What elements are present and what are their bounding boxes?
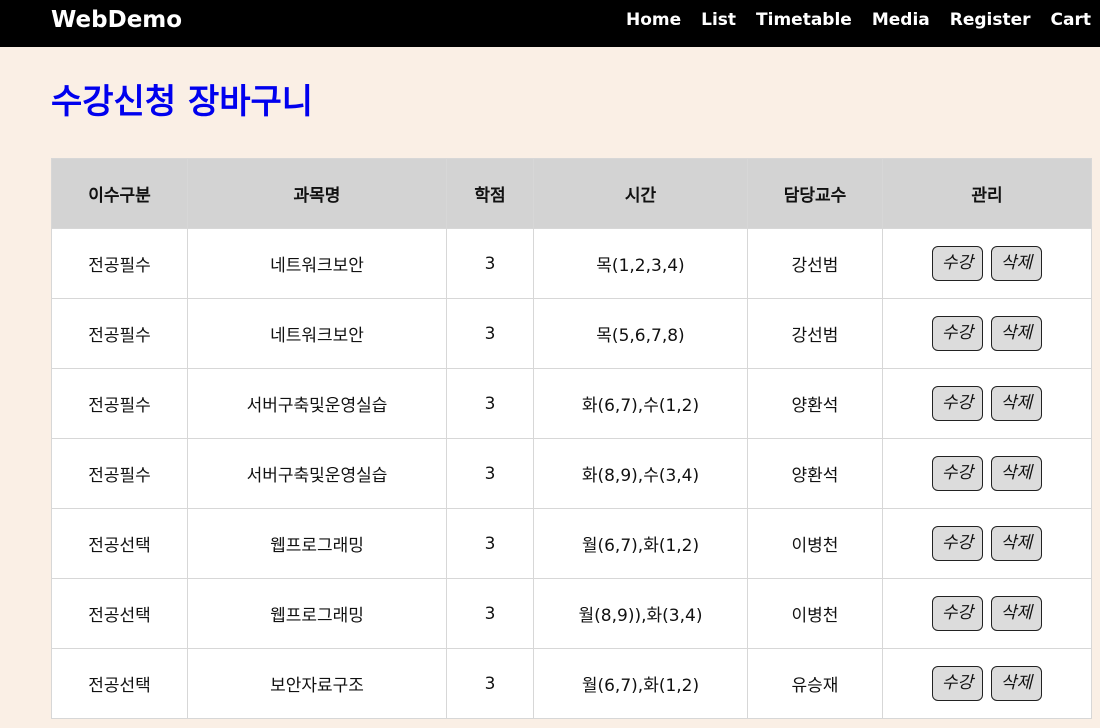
table-row: 전공필수 서버구축및운영실습 3 화(6,7),수(1,2) 양환석 수강 삭제 — [51, 368, 1092, 439]
nav-link-timetable[interactable]: Timetable — [756, 10, 852, 30]
enroll-button[interactable]: 수강 — [932, 666, 983, 701]
cell-course: 보안자료구조 — [187, 648, 447, 719]
enroll-button[interactable]: 수강 — [932, 386, 983, 421]
cell-manage: 수강 삭제 — [882, 508, 1092, 579]
cell-credits: 3 — [446, 368, 534, 439]
delete-button[interactable]: 삭제 — [991, 596, 1042, 631]
cell-course: 웹프로그래밍 — [187, 508, 447, 579]
header-credits: 학점 — [446, 158, 534, 229]
cell-credits: 3 — [446, 648, 534, 719]
table-row: 전공선택 보안자료구조 3 월(6,7),화(1,2) 유승재 수강 삭제 — [51, 648, 1092, 719]
cell-category: 전공필수 — [51, 228, 188, 299]
action-buttons: 수강 삭제 — [884, 456, 1091, 491]
cell-credits: 3 — [446, 508, 534, 579]
cart-table: 이수구분 과목명 학점 시간 담당교수 관리 전공필수 네트워크보안 3 목(1… — [51, 158, 1092, 719]
header-time: 시간 — [533, 158, 748, 229]
cell-time: 월(6,7),화(1,2) — [533, 648, 748, 719]
delete-button[interactable]: 삭제 — [991, 316, 1042, 351]
cell-manage: 수강 삭제 — [882, 578, 1092, 649]
enroll-button[interactable]: 수강 — [932, 456, 983, 491]
cell-professor: 이병천 — [747, 508, 883, 579]
cell-course: 네트워크보안 — [187, 228, 447, 299]
nav-link-home[interactable]: Home — [626, 10, 681, 30]
cell-professor: 강선범 — [747, 298, 883, 369]
cell-category: 전공필수 — [51, 368, 188, 439]
cell-manage: 수강 삭제 — [882, 368, 1092, 439]
nav-link-cart[interactable]: Cart — [1051, 10, 1091, 30]
cell-course: 웹프로그래밍 — [187, 578, 447, 649]
cell-time: 월(6,7),화(1,2) — [533, 508, 748, 579]
table-row: 전공필수 서버구축및운영실습 3 화(8,9),수(3,4) 양환석 수강 삭제 — [51, 438, 1092, 509]
navbar: WebDemo Home List Timetable Media Regist… — [0, 0, 1100, 47]
cell-category: 전공선택 — [51, 648, 188, 719]
action-buttons: 수강 삭제 — [884, 316, 1091, 351]
brand-logo[interactable]: WebDemo — [51, 7, 182, 33]
enroll-button[interactable]: 수강 — [932, 596, 983, 631]
cell-manage: 수강 삭제 — [882, 228, 1092, 299]
delete-button[interactable]: 삭제 — [991, 386, 1042, 421]
delete-button[interactable]: 삭제 — [991, 456, 1042, 491]
cell-professor: 양환석 — [747, 368, 883, 439]
header-professor: 담당교수 — [747, 158, 883, 229]
cell-professor: 양환석 — [747, 438, 883, 509]
header-category: 이수구분 — [51, 158, 188, 229]
nav-link-list[interactable]: List — [701, 10, 736, 30]
cell-time: 월(8,9)),화(3,4) — [533, 578, 748, 649]
enroll-button[interactable]: 수강 — [932, 526, 983, 561]
cell-manage: 수강 삭제 — [882, 648, 1092, 719]
header-manage: 관리 — [882, 158, 1092, 229]
table-row: 전공선택 웹프로그래밍 3 월(8,9)),화(3,4) 이병천 수강 삭제 — [51, 578, 1092, 649]
cell-time: 목(5,6,7,8) — [533, 298, 748, 369]
cell-credits: 3 — [446, 298, 534, 369]
cell-course: 서버구축및운영실습 — [187, 438, 447, 509]
nav-link-media[interactable]: Media — [872, 10, 930, 30]
delete-button[interactable]: 삭제 — [991, 246, 1042, 281]
cell-manage: 수강 삭제 — [882, 298, 1092, 369]
cell-professor: 이병천 — [747, 578, 883, 649]
cell-manage: 수강 삭제 — [882, 438, 1092, 509]
table-header-row: 이수구분 과목명 학점 시간 담당교수 관리 — [51, 158, 1092, 229]
cell-professor: 유승재 — [747, 648, 883, 719]
table-row: 전공필수 네트워크보안 3 목(1,2,3,4) 강선범 수강 삭제 — [51, 228, 1092, 299]
nav-links: Home List Timetable Media Register Cart — [626, 10, 1091, 30]
cell-time: 화(8,9),수(3,4) — [533, 438, 748, 509]
cell-time: 화(6,7),수(1,2) — [533, 368, 748, 439]
action-buttons: 수강 삭제 — [884, 666, 1091, 701]
cell-category: 전공필수 — [51, 298, 188, 369]
action-buttons: 수강 삭제 — [884, 526, 1091, 561]
cell-category: 전공필수 — [51, 438, 188, 509]
cell-credits: 3 — [446, 228, 534, 299]
page-title: 수강신청 장바구니 — [51, 82, 314, 122]
cell-course: 서버구축및운영실습 — [187, 368, 447, 439]
header-course: 과목명 — [187, 158, 447, 229]
action-buttons: 수강 삭제 — [884, 246, 1091, 281]
delete-button[interactable]: 삭제 — [991, 666, 1042, 701]
action-buttons: 수강 삭제 — [884, 596, 1091, 631]
enroll-button[interactable]: 수강 — [932, 316, 983, 351]
cell-time: 목(1,2,3,4) — [533, 228, 748, 299]
nav-link-register[interactable]: Register — [950, 10, 1031, 30]
cell-credits: 3 — [446, 438, 534, 509]
cell-course: 네트워크보안 — [187, 298, 447, 369]
enroll-button[interactable]: 수강 — [932, 246, 983, 281]
cell-professor: 강선범 — [747, 228, 883, 299]
action-buttons: 수강 삭제 — [884, 386, 1091, 421]
cell-category: 전공선택 — [51, 578, 188, 649]
cell-category: 전공선택 — [51, 508, 188, 579]
table-row: 전공선택 웹프로그래밍 3 월(6,7),화(1,2) 이병천 수강 삭제 — [51, 508, 1092, 579]
cell-credits: 3 — [446, 578, 534, 649]
table-row: 전공필수 네트워크보안 3 목(5,6,7,8) 강선범 수강 삭제 — [51, 298, 1092, 369]
delete-button[interactable]: 삭제 — [991, 526, 1042, 561]
